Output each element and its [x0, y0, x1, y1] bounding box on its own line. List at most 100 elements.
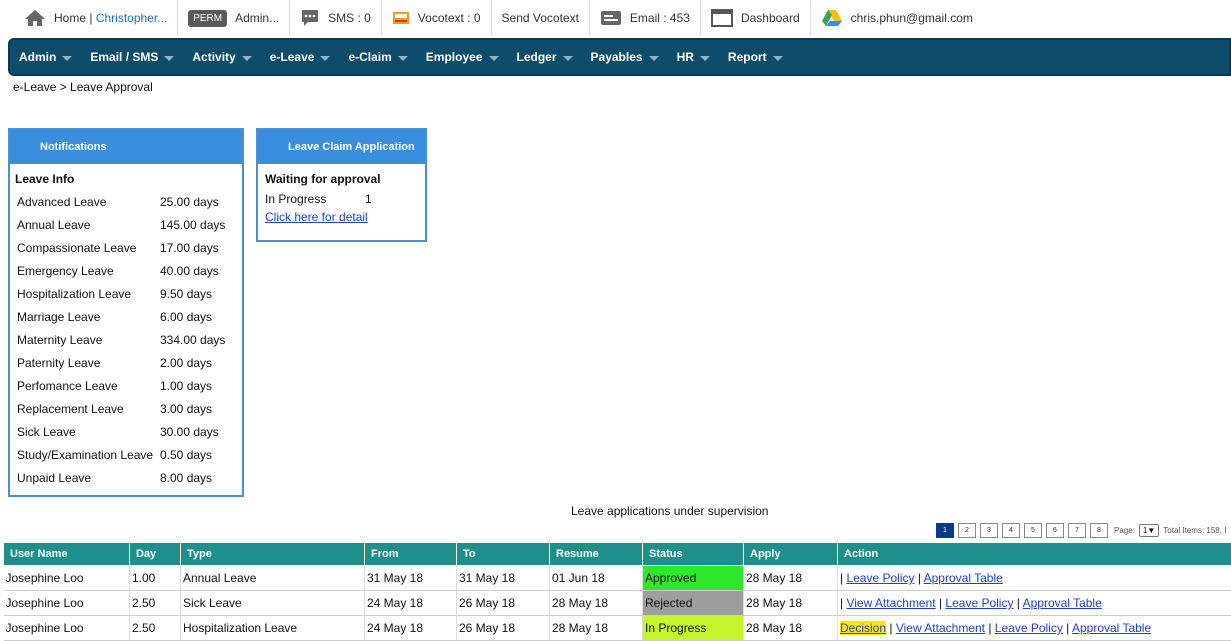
column-header-user-name[interactable]: User Name [3, 542, 130, 566]
page-button[interactable]: 7 [1068, 523, 1086, 538]
chevron-down-icon [772, 55, 783, 61]
view-attachment-link[interactable]: View Attachment [846, 596, 935, 610]
dashboard-link[interactable]: Dashboard [701, 0, 811, 36]
page-button[interactable]: 2 [958, 523, 976, 538]
leave-type-name: Compassionate Leave [17, 240, 137, 255]
action-cell: | View Attachment | Leave Policy | Appro… [837, 590, 1231, 616]
leave-info-list: Advanced Leave 25.00 days Annual Leave 145.… [10, 190, 242, 489]
user-link[interactable]: Christopher... [96, 11, 167, 25]
approval-table-link[interactable]: Approval Table [924, 571, 1003, 585]
approval-table-link[interactable]: Approval Table [1072, 621, 1151, 635]
email-icon [600, 10, 622, 26]
menu-label: Activity [192, 50, 236, 64]
status-cell: Approved [642, 565, 744, 591]
page-button[interactable]: 8 [1090, 523, 1108, 538]
leave-policy-link[interactable]: Leave Policy [846, 571, 914, 585]
type-cell: Annual Leave [180, 565, 365, 591]
sms-link[interactable]: SMS : 0 [290, 0, 382, 36]
leave-type-name: Sick Leave [17, 424, 76, 439]
google-drive-account[interactable]: chris.phun@gmail.com [811, 0, 983, 36]
account-email: chris.phun@gmail.com [850, 11, 973, 25]
notifications-title: Notifications [10, 130, 242, 164]
leave-info-row: Sick Leave 30.00 days [10, 420, 242, 443]
leave-type-name: Unpaid Leave [17, 470, 92, 485]
from-cell: 24 May 18 [364, 615, 457, 641]
page-button[interactable]: 5 [1024, 523, 1042, 538]
leave-type-name: Perfomance Leave [17, 378, 118, 393]
chevron-down-icon [241, 55, 252, 61]
page-select[interactable]: 1 ▼ [1138, 524, 1160, 537]
column-header-action[interactable]: Action [837, 542, 1231, 566]
leave-days-value: 25.00 days [160, 194, 219, 209]
leave-policy-link[interactable]: Leave Policy [945, 596, 1013, 610]
page-button[interactable]: 3 [980, 523, 998, 538]
approval-table-link[interactable]: Approval Table [1023, 596, 1102, 610]
column-header-day[interactable]: Day [129, 542, 181, 566]
admin-menu[interactable]: PERM Admin... [178, 0, 291, 36]
leave-info-row: Perfomance Leave 1.00 days [10, 374, 242, 397]
column-header-from[interactable]: From [364, 542, 457, 566]
leave-days-value: 30.00 days [160, 424, 219, 439]
leave-days-value: 1.00 days [160, 378, 213, 393]
perm-badge: PERM [188, 9, 228, 27]
page-button[interactable]: 4 [1002, 523, 1020, 538]
leave-days-value: 145.00 days [160, 217, 226, 232]
table-row: Josephine Loo 2.50 Hospitalization Leave 24… [3, 615, 1231, 641]
home-icon [24, 9, 46, 27]
menu-hr[interactable]: HR [668, 40, 719, 74]
detail-link[interactable]: Click here for detail [258, 206, 425, 224]
type-cell: Hospitalization Leave [180, 615, 365, 641]
to-cell: 31 May 18 [456, 565, 550, 591]
email-link[interactable]: Email : 453 [590, 0, 701, 36]
menu-activity[interactable]: Activity [183, 40, 260, 74]
separator: | [1013, 596, 1023, 610]
chevron-down-icon [562, 55, 573, 61]
home-label: Home | [54, 11, 93, 25]
leave-type-name: Study/Examination Leave [17, 447, 154, 462]
decision-link[interactable]: Decision [840, 621, 887, 635]
separator: | [886, 621, 896, 635]
send-vocotext-label: Send Vocotext [501, 11, 579, 25]
menu-e-claim[interactable]: e-Claim [339, 40, 416, 74]
resume-cell: 28 May 18 [549, 590, 643, 616]
column-header-apply[interactable]: Apply [743, 542, 838, 566]
leave-days-value: 3.00 days [160, 401, 213, 416]
home-link[interactable]: Home | Christopher... [0, 0, 179, 36]
menu-payables[interactable]: Payables [582, 40, 668, 74]
apply-cell: 28 May 18 [743, 565, 838, 591]
user-name-cell: Josephine Loo [3, 615, 130, 641]
leave-policy-link[interactable]: Leave Policy [995, 621, 1063, 635]
view-attachment-link[interactable]: View Attachment [896, 621, 985, 635]
column-header-to[interactable]: To [456, 542, 550, 566]
vocotext-link[interactable]: Vocotext : 0 [382, 0, 492, 36]
menu-employee[interactable]: Employee [417, 40, 508, 74]
menu-ledger[interactable]: Ledger [508, 40, 582, 74]
column-header-resume[interactable]: Resume [549, 542, 643, 566]
column-header-type[interactable]: Type [180, 542, 365, 566]
leave-type-name: Advanced Leave [17, 194, 107, 209]
admin-label: Admin... [235, 11, 280, 25]
status-cell: Rejected [642, 590, 744, 616]
in-progress-count: 1 [365, 192, 372, 206]
resume-cell: 01 Jun 18 [549, 565, 643, 591]
menu-e-leave[interactable]: e-Leave [261, 40, 340, 74]
menu-report[interactable]: Report [719, 40, 792, 74]
menu-admin[interactable]: Admin [10, 40, 81, 74]
leave-info-row: Annual Leave 145.00 days [10, 213, 242, 236]
separator: | [1062, 621, 1072, 635]
user-name-cell: Josephine Loo [3, 590, 130, 616]
page-button[interactable]: 1 [936, 523, 954, 538]
page-button[interactable]: 6 [1046, 523, 1064, 538]
vocotext-count: Vocotext : 0 [417, 11, 481, 25]
notifications-panel: Notifications Leave Info Advanced Leave 2… [8, 128, 244, 497]
send-vocotext-link[interactable]: Send Vocotext [492, 0, 590, 36]
type-cell: Sick Leave [180, 590, 365, 616]
leave-info-heading: Leave Info [15, 172, 75, 186]
leave-info-row: Emergency Leave 40.00 days [10, 259, 242, 282]
leave-claim-panel: Leave Claim Application Waiting for appr… [256, 128, 427, 242]
leave-info-row: Study/Examination Leave 0.50 days [10, 443, 242, 466]
column-header-status[interactable]: Status [642, 542, 744, 566]
day-cell: 2.50 [129, 615, 181, 641]
action-cell: Decision | View Attachment | Leave Polic… [837, 615, 1231, 641]
menu-email-sms[interactable]: Email / SMS [81, 40, 183, 74]
